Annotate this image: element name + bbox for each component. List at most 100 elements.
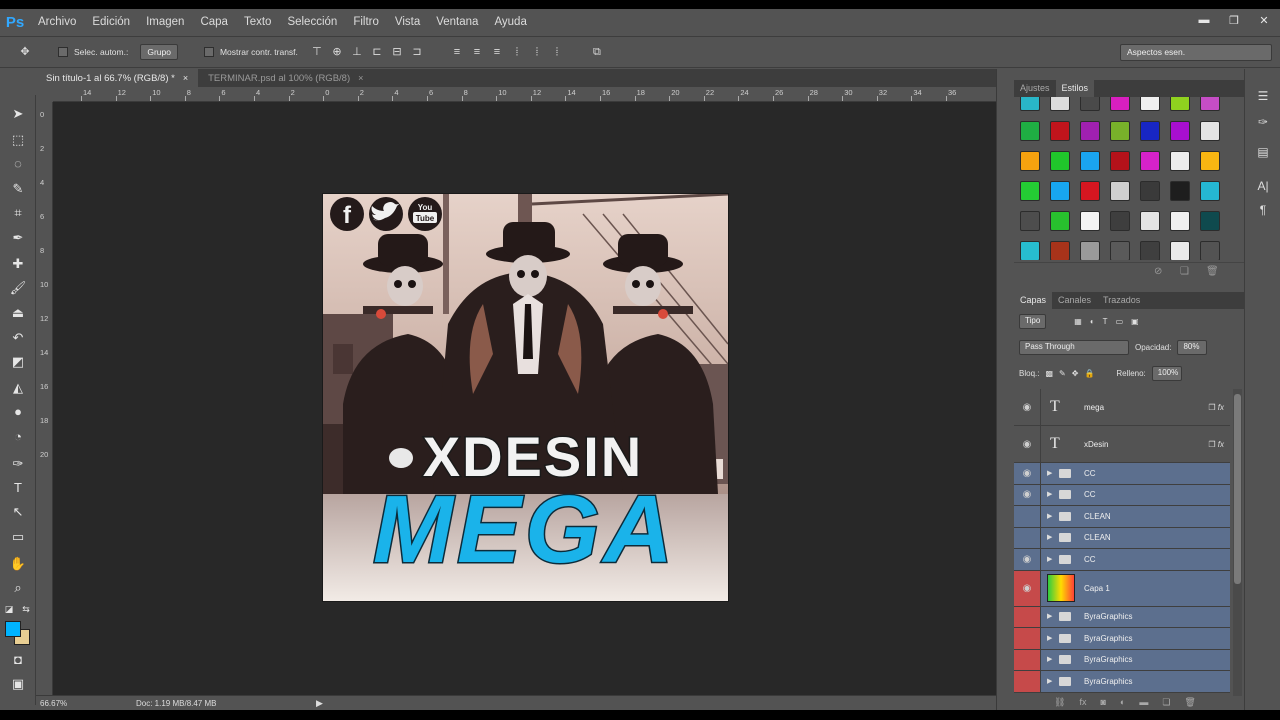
marquee-tool-icon[interactable]: ⬚ [9,131,27,149]
blur-tool-icon[interactable]: ● [9,403,27,421]
style-swatch[interactable] [1020,121,1040,141]
tab-close-icon[interactable]: × [183,73,188,83]
align-left-icon[interactable]: ⊏ [370,45,384,59]
filter-smart-icon[interactable]: ▣ [1131,317,1139,326]
paint-bucket-tool-icon[interactable]: ◭ [9,379,27,397]
menu-vista[interactable]: Vista [387,9,428,36]
layer-row[interactable]: ▶ ByraGraphics [1014,606,1230,628]
menu-capa[interactable]: Capa [192,9,236,36]
layer-effects-icon[interactable]: ❐ fx [1208,440,1224,449]
new-group-icon[interactable]: ▬ [1139,697,1148,710]
style-swatch[interactable] [1140,121,1160,141]
visibility-eye-icon[interactable] [1014,527,1041,548]
style-swatch[interactable] [1080,181,1100,201]
layer-row[interactable]: ◉ T ❐ fx mega [1014,389,1230,426]
move-tool-icon[interactable]: ➤ [9,105,27,123]
style-swatch[interactable] [1140,241,1160,260]
screen-mode-icon[interactable]: ▣ [9,675,27,693]
layer-row[interactable]: ◉ ▶ CC [1014,549,1230,571]
style-swatch[interactable] [1050,97,1070,111]
align-vcenter-icon[interactable]: ⊕ [330,45,344,59]
style-swatch[interactable] [1110,241,1130,260]
show-transform-checkbox[interactable] [203,47,214,57]
canvas-area[interactable]: f You Tube XDESIN MEGA [53,102,996,695]
menu-filtro[interactable]: Filtro [345,9,387,36]
align-right-icon[interactable]: ⊐ [410,45,424,59]
brush-panel-icon[interactable]: ✑ [1255,115,1271,131]
expand-group-icon[interactable]: ▶ [1047,469,1052,477]
visibility-eye-icon[interactable]: ◉ [1014,484,1041,505]
distribute-bottom-icon[interactable]: ≡ [490,45,504,59]
distribute-left-icon[interactable]: ⦙ [510,45,524,59]
distribute-top-icon[interactable]: ≡ [450,45,464,59]
new-adjustment-icon[interactable]: ◐ [1120,697,1125,710]
style-swatch[interactable] [1140,181,1160,201]
style-swatch[interactable] [1110,121,1130,141]
style-swatch[interactable] [1170,121,1190,141]
filter-adjustment-icon[interactable]: ◐ [1090,317,1095,326]
layer-row[interactable]: ▶ ByraGraphics [1014,671,1230,693]
style-swatch[interactable] [1020,181,1040,201]
distribute-right-icon[interactable]: ⦙ [550,45,564,59]
align-top-icon[interactable]: ⊤ [310,45,324,59]
clone-stamp-tool-icon[interactable]: ⏏ [9,304,27,322]
layer-effects-icon[interactable]: ❐ fx [1208,403,1224,412]
lock-paint-icon[interactable]: ✎ [1059,369,1066,378]
expand-group-icon[interactable]: ▶ [1047,555,1052,563]
style-swatch[interactable] [1170,151,1190,171]
layer-filter-select[interactable]: Tipo [1019,314,1047,329]
layer-row[interactable]: ▶ ByraGraphics [1014,649,1230,671]
tab-close-icon[interactable]: × [358,73,363,83]
lasso-tool-icon[interactable]: ◌ [9,155,27,173]
layers-list[interactable]: ◉ T ❐ fx mega ◉ T ❐ fx xDesin ◉ ▶ CC ◉ ▶ CC ▶ CLEAN ▶ CLE… [1014,389,1232,696]
new-layer-icon[interactable]: ❏ [1162,697,1170,710]
auto-select-checkbox[interactable] [58,47,68,57]
style-swatch[interactable] [1170,211,1190,231]
layer-row[interactable]: ◉ ▶ CC [1014,463,1230,485]
layer-row[interactable]: ◉ Capa 1 [1014,570,1230,607]
style-swatch[interactable] [1020,241,1040,260]
dodge-tool-icon[interactable]: ◔ [9,428,27,446]
layer-row[interactable]: ▶ CLEAN [1014,527,1230,549]
quick-mask-icon[interactable]: ◘ [9,651,27,669]
fill-input[interactable]: 100% [1151,365,1182,381]
style-swatch[interactable] [1200,211,1220,231]
clear-style-icon[interactable]: ⊘ [1154,266,1162,277]
style-swatch[interactable] [1050,211,1070,231]
layer-row[interactable]: ▶ CLEAN [1014,506,1230,528]
style-swatch[interactable] [1110,211,1130,231]
minimize-button[interactable]: ▬ [1196,14,1212,26]
panel-collapse-strip[interactable] [996,69,1014,710]
visibility-eye-icon[interactable] [1014,628,1041,649]
style-swatch[interactable] [1110,181,1130,201]
expand-group-icon[interactable]: ▶ [1047,490,1052,498]
history-brush-tool-icon[interactable]: ↶ [9,329,27,347]
delete-style-icon[interactable]: 🗑 [1206,266,1219,277]
visibility-eye-icon[interactable]: ◉ [1014,549,1041,570]
menu-ayuda[interactable]: Ayuda [486,9,534,36]
foreground-color-swatch[interactable] [5,621,21,637]
auto-select-mode-select[interactable]: Grupo [140,44,178,60]
expand-group-icon[interactable]: ▶ [1047,533,1052,541]
layer-row[interactable]: ▶ ByraGraphics [1014,628,1230,650]
zoom-level[interactable]: 66.67% [36,699,76,708]
style-swatch[interactable] [1080,241,1100,260]
visibility-eye-icon[interactable] [1014,506,1041,527]
shape-tool-icon[interactable]: ▭ [9,528,27,546]
style-swatch[interactable] [1110,97,1130,111]
visibility-eye-icon[interactable] [1014,606,1041,627]
style-swatch[interactable] [1020,211,1040,231]
healing-brush-tool-icon[interactable]: ✚ [9,255,27,273]
move-tool-preset-icon[interactable]: ✥ [18,45,32,59]
tab-document-2[interactable]: TERMINAR.psd al 100% (RGB/8) × [198,69,373,87]
new-style-icon[interactable]: ❏ [1180,266,1189,277]
link-layers-icon[interactable]: ⛓ [1054,697,1065,710]
style-swatch[interactable] [1200,151,1220,171]
visibility-eye-icon[interactable]: ◉ [1014,463,1041,484]
style-swatch[interactable] [1080,211,1100,231]
quick-select-tool-icon[interactable]: ✎ [9,180,27,198]
blend-mode-select[interactable]: Pass Through [1019,339,1129,355]
menu-seleccion[interactable]: Selección [279,9,345,36]
align-bottom-icon[interactable]: ⊥ [350,45,364,59]
add-mask-icon[interactable]: ◙ [1100,697,1105,710]
